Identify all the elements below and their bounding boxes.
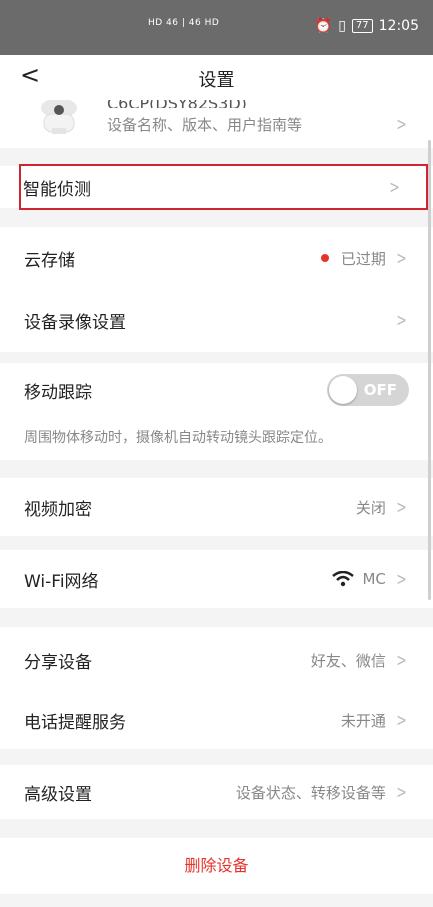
toggle-state-text: OFF bbox=[363, 381, 397, 399]
delete-device-button[interactable]: 删除设备 bbox=[0, 852, 433, 876]
cloud-storage-label: 云存储 bbox=[24, 250, 75, 271]
wifi-status: MC > bbox=[332, 569, 409, 590]
scrollbar[interactable] bbox=[428, 140, 431, 600]
chevron-right-icon: > bbox=[396, 709, 407, 731]
signal-indicator: HD 46 | 46 HD bbox=[148, 18, 220, 28]
smart-detect-row[interactable]: 智能侦测 > bbox=[19, 164, 428, 210]
device-name: C6CP(DSY82S3D) bbox=[107, 100, 247, 108]
cloud-status-text: 已过期 bbox=[340, 249, 386, 268]
motion-track-label: 移动跟踪 bbox=[24, 382, 92, 403]
wifi-value: MC bbox=[362, 570, 386, 588]
chevron-right-icon: > bbox=[396, 114, 407, 135]
toggle-knob bbox=[329, 376, 357, 404]
vibrate-icon: ▯ bbox=[338, 18, 346, 34]
share-row[interactable]: 分享设备 好友、微信 > bbox=[0, 639, 433, 681]
device-info-row[interactable]: C6CP(DSY82S3D) 设备名称、版本、用户指南等 > bbox=[0, 100, 433, 148]
phone-alert-status: 未开通 > bbox=[341, 710, 409, 731]
camera-icon bbox=[41, 100, 77, 134]
chevron-right-icon: > bbox=[396, 247, 407, 269]
motion-track-row: 移动跟踪 OFF bbox=[0, 369, 433, 411]
smart-detect-label: 智能侦测 bbox=[23, 179, 91, 200]
wifi-icon bbox=[332, 571, 355, 587]
advanced-row[interactable]: 高级设置 设备状态、转移设备等 > bbox=[0, 771, 433, 813]
section-delete: 删除设备 bbox=[0, 838, 433, 894]
alarm-icon: ⏰ bbox=[314, 18, 333, 34]
video-encrypt-row[interactable]: 视频加密 关闭 > bbox=[0, 486, 433, 528]
record-settings-label: 设备录像设置 bbox=[24, 312, 126, 333]
share-value: 好友、微信 bbox=[310, 651, 386, 670]
wifi-label: Wi-Fi网络 bbox=[24, 571, 99, 592]
phone-alert-row[interactable]: 电话提醒服务 未开通 > bbox=[0, 699, 433, 741]
video-encrypt-status: 关闭 > bbox=[356, 497, 409, 518]
page-title: 设置 bbox=[198, 70, 235, 91]
advanced-label: 高级设置 bbox=[24, 784, 92, 805]
chevron-right-icon: > bbox=[396, 496, 407, 518]
chevron-right-icon: > bbox=[389, 176, 400, 198]
section-wifi: Wi-Fi网络 MC > bbox=[0, 550, 433, 608]
section-storage: 云存储 已过期 > 设备录像设置 > bbox=[0, 227, 433, 352]
chevron-right-icon: > bbox=[396, 649, 407, 671]
share-status: 好友、微信 > bbox=[311, 650, 409, 671]
video-encrypt-label: 视频加密 bbox=[24, 499, 92, 520]
section-smart-detect: 智能侦测 > bbox=[0, 164, 433, 210]
record-settings-row[interactable]: 设备录像设置 > bbox=[0, 299, 433, 341]
advanced-value: 设备状态、转移设备等 bbox=[235, 783, 386, 802]
status-right: ⏰ ▯ 77 12:05 bbox=[315, 18, 419, 34]
section-share: 分享设备 好友、微信 > 电话提醒服务 未开通 > bbox=[0, 627, 433, 749]
share-label: 分享设备 bbox=[24, 652, 92, 673]
chevron-right-icon: > bbox=[396, 781, 407, 803]
clock: 12:05 bbox=[378, 18, 419, 34]
nav-bar: < 设置 bbox=[0, 55, 433, 100]
motion-track-hint: 周围物体移动时，摄像机自动转动镜头跟踪定位。 bbox=[24, 430, 332, 446]
video-encrypt-value: 关闭 bbox=[355, 498, 386, 517]
phone-alert-value: 未开通 bbox=[340, 711, 386, 730]
motion-track-toggle[interactable]: OFF bbox=[327, 374, 409, 406]
section-advanced: 高级设置 设备状态、转移设备等 > bbox=[0, 765, 433, 819]
cloud-storage-status: 已过期 > bbox=[320, 247, 409, 269]
section-encrypt: 视频加密 关闭 > bbox=[0, 478, 433, 536]
device-subtitle: 设备名称、版本、用户指南等 bbox=[107, 116, 303, 134]
alert-dot-icon bbox=[320, 254, 329, 262]
phone-alert-label: 电话提醒服务 bbox=[24, 712, 126, 733]
advanced-status: 设备状态、转移设备等 > bbox=[236, 782, 409, 803]
battery-icon: 77 bbox=[351, 19, 373, 33]
status-bar: HD 46 | 46 HD ⏰ ▯ 77 12:05 bbox=[0, 0, 433, 55]
chevron-right-icon: > bbox=[396, 309, 407, 331]
chevron-right-icon: > bbox=[396, 568, 407, 590]
cloud-storage-row[interactable]: 云存储 已过期 > bbox=[0, 237, 433, 279]
wifi-row[interactable]: Wi-Fi网络 MC > bbox=[0, 558, 433, 600]
